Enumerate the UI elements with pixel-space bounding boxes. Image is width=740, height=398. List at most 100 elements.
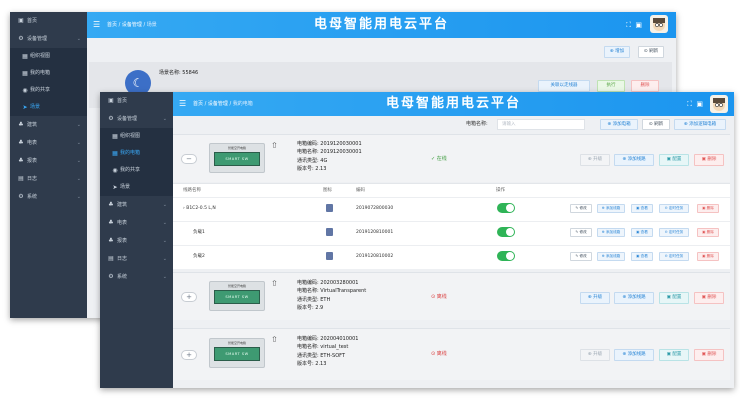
sidebar-item-7[interactable]: ♣ 电表 ⌄ [10,134,87,152]
chevron-down-icon: ⌄ [76,36,81,42]
line-power-toggle[interactable] [497,227,515,237]
timer-task-button[interactable]: ⊙ 定时任务 [659,252,689,261]
delete-button[interactable]: ▣ 删除 [697,204,719,213]
expand-button[interactable]: + [181,350,197,360]
sidebar-item-8[interactable]: ♣ 报表 ⌄ [10,152,87,170]
sidebar-item-1[interactable]: ⚙ 设备管理 ⌄ [100,110,173,128]
status-badge: ⊙ 离线 [431,294,447,300]
share-icon[interactable]: ⇧ [271,279,278,288]
sidebar-item-2[interactable]: ▦ 组织视图 [100,128,173,145]
meter-image: 智能空开电箱 SMART SW [209,281,265,311]
timer-task-button[interactable]: ⊙ 定时任务 [659,204,689,213]
add-line-button[interactable]: ⊕ 添加线路 [614,292,654,304]
sidebar-item-4[interactable]: ◉ 我的共享 [100,162,173,179]
sidebar-item-10[interactable]: ⚙ 系统 ⌄ [100,268,173,286]
add-line-button[interactable]: ⊕ 添加线路 [597,252,625,261]
upgrade-button[interactable]: ⊕ 升级 [580,154,610,166]
delete-button[interactable]: ▣ 删除 [697,252,719,261]
add-logic-box-button[interactable]: ⊕ 添加逻辑电箱 [674,119,726,130]
delete-button[interactable]: ▣ 删除 [694,154,724,166]
box-code: 电箱编码: 2019120030001 [297,141,362,147]
table-row: 负载2 2019120810002 ✎ 修改 ⊕ 添加线路 ▣ 查看 ⊙ 定时任务 ▣ 删除 [173,245,730,266]
link-button[interactable]: 关联以走线器 [538,80,590,92]
sidebar-item-1[interactable]: ⚙ 设备管理 ⌄ [10,30,87,48]
chevron-down-icon: ⌄ [162,202,167,208]
delete-button[interactable]: ▣ 删除 [694,349,724,361]
sidebar-item-10[interactable]: ⚙ 系统 ⌄ [10,188,87,206]
refresh-button[interactable]: ⊙ 刷新 [642,119,670,130]
box-info: 电箱编码: 202004010001 电箱名称: virtual_test 通讯… [297,335,358,369]
box-name-input[interactable]: 请输入 [497,119,585,130]
collapse-button[interactable]: − [181,154,197,164]
chevron-down-icon: ⌄ [162,274,167,280]
add-line-button[interactable]: ⊕ 添加线路 [614,154,654,166]
status-badge: ⊙ 离线 [431,351,447,357]
expand-button[interactable]: + [181,292,197,302]
fullscreen-icon[interactable]: ⛶ [687,92,692,116]
sidebar-item-5[interactable]: ➤ 场景 [10,99,87,116]
chevron-down-icon: ⌄ [76,122,81,128]
line-power-toggle[interactable] [497,203,515,213]
status-badge: ✓ 在线 [431,156,447,162]
delete-button[interactable]: ▣ 删除 [697,228,719,237]
language-icon[interactable]: ▣ [696,92,703,116]
sidebar-item-6[interactable]: ♣ 建筑 ⌄ [10,116,87,134]
config-button[interactable]: ▣ 配置 [659,154,689,166]
scene-delete-button[interactable]: 删除 [631,80,659,92]
sidebar-item-0[interactable]: ▣ 首页 [10,12,87,30]
meter-image: 智能空开电箱 SMART SW [209,338,265,368]
view-button[interactable]: ▣ 查看 [631,204,653,213]
sidebar-item-6[interactable]: ♣ 建筑 ⌄ [100,196,173,214]
meter-screen: SMART SW [214,347,260,361]
sidebar-item-8[interactable]: ♣ 报表 ⌄ [100,232,173,250]
avatar[interactable] [710,95,728,113]
refresh-button[interactable]: ⊙ 刷新 [638,46,664,58]
sidebar-item-9[interactable]: ▤ 日志 ⌄ [100,250,173,268]
sidebar-item-0[interactable]: ▣ 首页 [100,92,173,110]
line-code: 2019072800030 [356,206,394,211]
box-code: 电箱编码: 202004010001 [297,336,359,342]
avatar[interactable] [650,15,668,33]
sidebar-item-label: 组织视图 [30,53,51,59]
share-icon[interactable]: ⇧ [271,335,278,344]
system-icon: ⚙ [18,193,24,200]
timer-task-button[interactable]: ⊙ 定时任务 [659,228,689,237]
sidebar-item-label: 场景 [30,104,41,110]
language-icon[interactable]: ▣ [635,12,642,38]
sidebar-item-5[interactable]: ➤ 场景 [100,179,173,196]
box-name: 电箱名称: virtual_test [297,344,349,351]
add-scene-button[interactable]: ⊕ 增加 [604,46,630,58]
sidebar-item-3[interactable]: ▦ 我的电箱 [10,65,87,82]
edit-button[interactable]: ✎ 修改 [570,252,592,261]
config-button[interactable]: ▣ 配置 [659,292,689,304]
view-button[interactable]: ▣ 查看 [631,228,653,237]
edit-button[interactable]: ✎ 修改 [570,228,592,237]
chevron-down-icon: ⌄ [76,176,81,182]
add-line-button[interactable]: ⊕ 添加线路 [597,228,625,237]
scene-name: 场景名称: 55846 [159,70,199,76]
config-button[interactable]: ▣ 配置 [659,349,689,361]
add-box-button[interactable]: ⊕ 添加电箱 [600,119,638,130]
box-version: 版本号: 2.13 [297,361,327,368]
add-line-button[interactable]: ⊕ 添加线路 [597,204,625,213]
line-name: › B1C2-0.5 L,N [183,206,216,211]
sidebar-item-3[interactable]: ▦ 我的电箱 [100,145,173,162]
sidebar-item-4[interactable]: ◉ 我的共享 [10,82,87,99]
sidebar-item-label: 我的共享 [120,167,141,173]
sidebar-item-label: 组织视图 [120,133,141,139]
line-power-toggle[interactable] [497,251,515,261]
sidebar-item-9[interactable]: ▤ 日志 ⌄ [10,170,87,188]
add-line-button[interactable]: ⊕ 添加线路 [614,349,654,361]
view-button[interactable]: ▣ 查看 [631,252,653,261]
tree-icon: ♣ [18,157,24,164]
upgrade-button[interactable]: ⊕ 升级 [580,349,610,361]
edit-button[interactable]: ✎ 修改 [570,204,592,213]
sidebar-item-7[interactable]: ♣ 电表 ⌄ [100,214,173,232]
sidebar-item-2[interactable]: ▦ 组织视图 [10,48,87,65]
fullscreen-icon[interactable]: ⛶ [626,12,631,38]
delete-button[interactable]: ▣ 删除 [694,292,724,304]
upgrade-button[interactable]: ⊕ 升级 [580,292,610,304]
run-button[interactable]: 执行 [597,80,625,92]
line-name: 负载2 [193,254,205,259]
share-icon[interactable]: ⇧ [271,141,278,150]
